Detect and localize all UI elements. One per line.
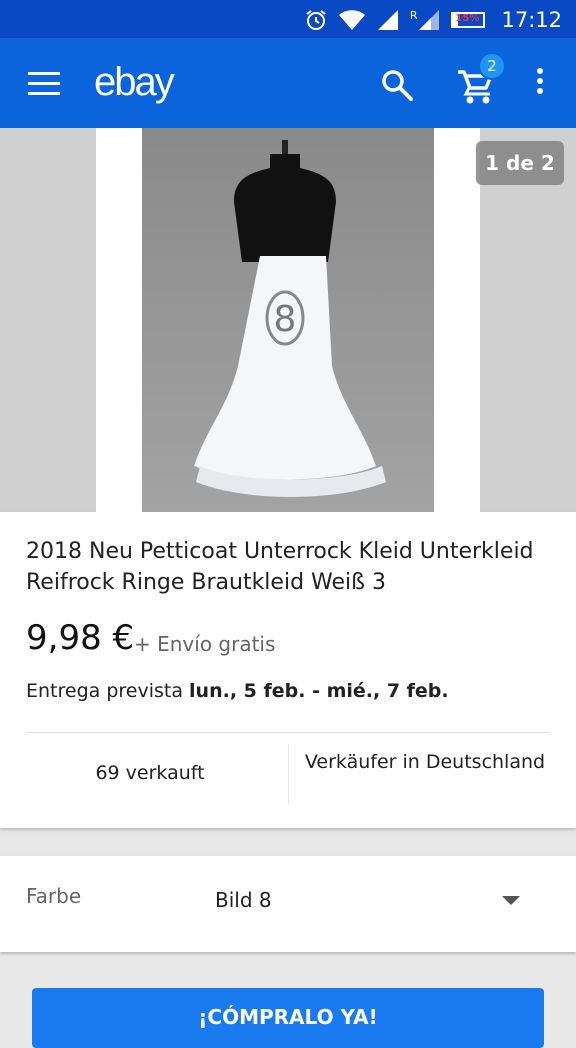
more-vert-icon[interactable] [532,68,548,102]
status-time: 17:12 [501,8,562,32]
delivery-estimate: Entrega prevista lun., 5 feb. - mié., 7 … [26,680,449,702]
vertical-divider [288,744,289,804]
network-roaming-label: R [409,8,418,22]
product-info-card: 2018 Neu Petticoat Unterrock Kleid Unter… [0,512,576,828]
delivery-dates: lun., 5 feb. - mié., 7 feb. [189,680,449,702]
app-bar: ebay 2 [0,38,576,128]
search-icon[interactable] [380,68,414,102]
seller-location: Verkäufer in Deutschland [304,751,546,773]
alarm-icon [306,10,326,30]
petticoat-illustration: 8 [142,128,434,512]
badge-number: 8 [274,299,297,340]
divider [26,732,550,733]
status-bar: R 15% 17:12 [0,0,576,38]
variation-value[interactable]: Bild 8 [215,888,272,912]
ebay-logo[interactable]: ebay [94,60,175,105]
delivery-prefix: Entrega prevista [26,680,190,702]
image-counter: 1 de 2 [476,141,564,185]
menu-icon[interactable] [28,72,60,95]
battery-icon: 15% [451,12,486,28]
product-photo[interactable]: 8 [142,128,434,512]
signal-icon [377,10,398,30]
sold-count: 69 verkauft [95,762,205,784]
cart-count-badge[interactable]: 2 [478,52,506,80]
variation-label: Farbe [26,884,82,908]
signal-roaming-icon [419,10,440,30]
product-price: 9,98 € [26,618,135,658]
chevron-down-icon[interactable] [502,896,520,905]
wifi-icon [338,10,365,30]
buy-now-button[interactable]: ¡CÓMPRALO YA! [32,988,544,1048]
shipping-info: + Envío gratis [134,632,276,656]
status-icons: R 15% 17:12 [304,6,562,34]
variation-selector[interactable]: Farbe Bild 8 [0,856,576,952]
battery-label: 15% [455,13,480,24]
product-title: 2018 Neu Petticoat Unterrock Kleid Unter… [26,539,534,595]
product-image-gallery[interactable]: 8 1 de 2 [0,128,576,512]
